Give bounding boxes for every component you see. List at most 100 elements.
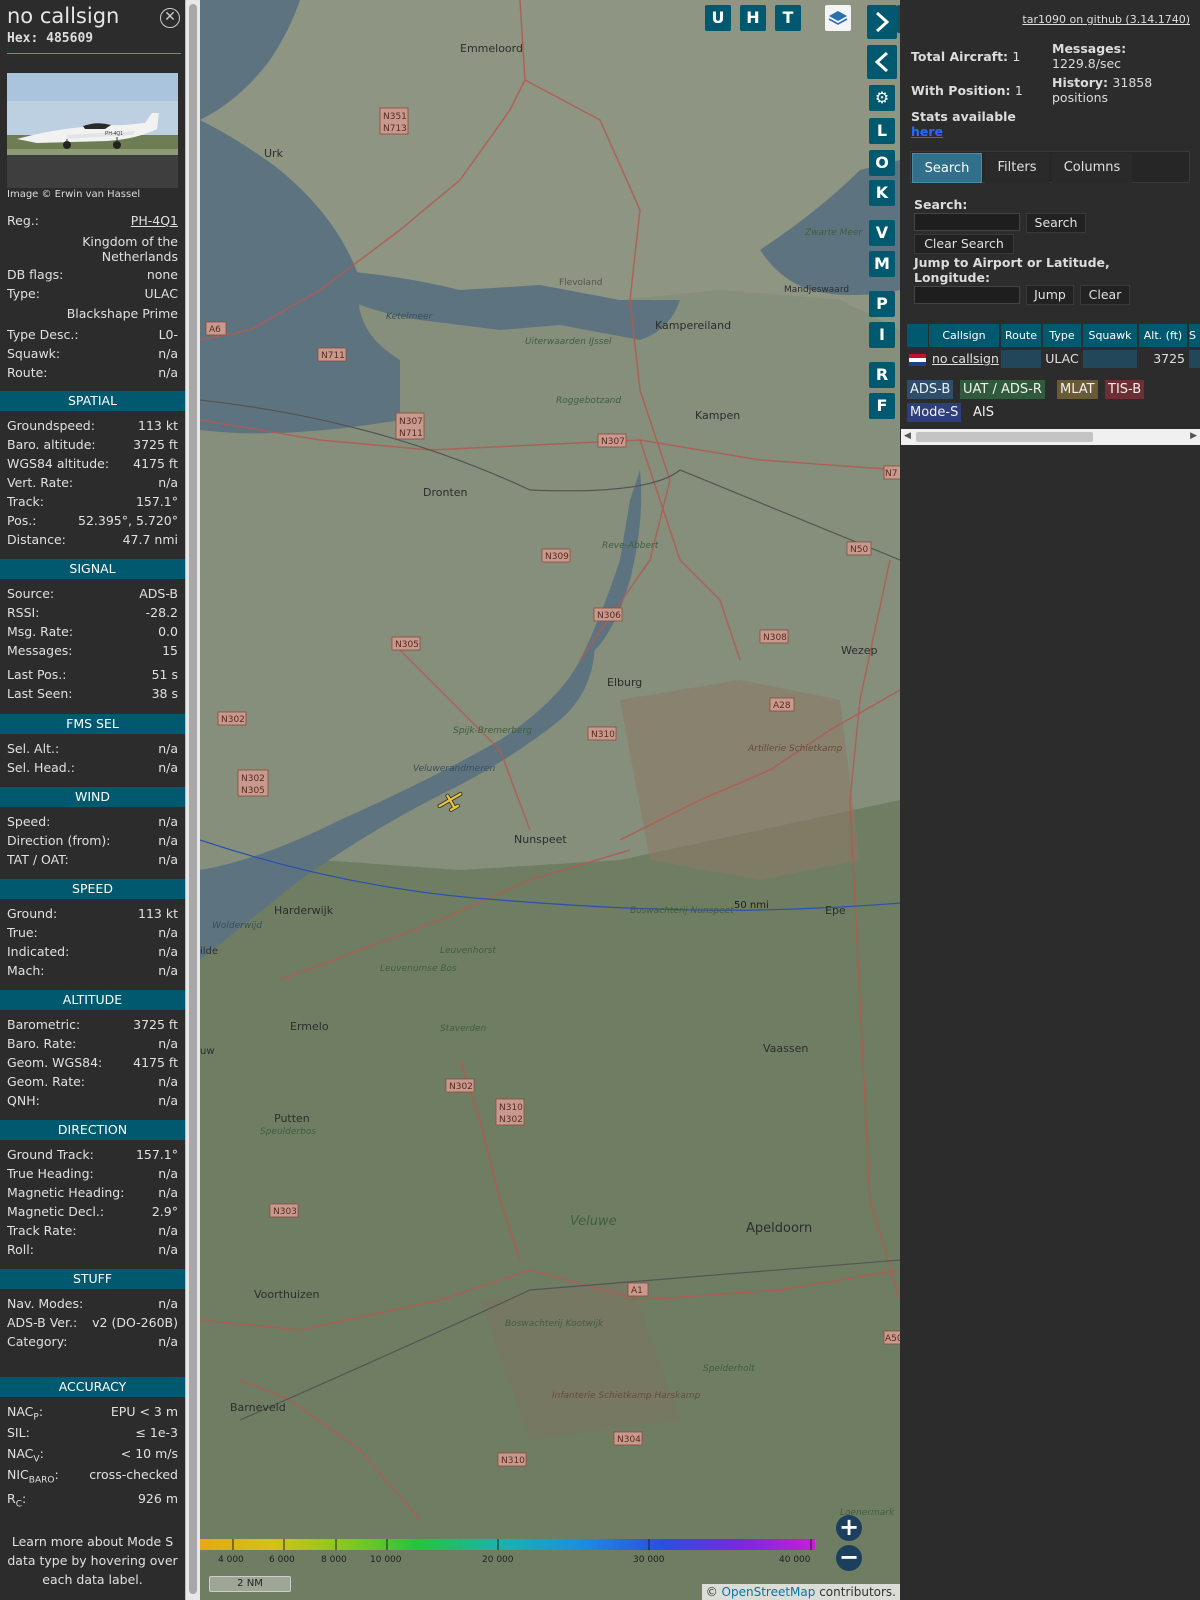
road-shield-label: N302 (241, 774, 265, 784)
table-header-squawk[interactable]: Squawk (1083, 324, 1137, 347)
source-badge-mlat: MLAT (1057, 380, 1098, 399)
map-button-o[interactable]: O (869, 150, 895, 176)
spatial-row: Vert. Rate: n/a (7, 475, 178, 490)
road-shield-label: N711 (321, 351, 345, 361)
wind-row: Speed: n/a (7, 814, 178, 829)
search-button[interactable]: Search (1026, 213, 1086, 233)
aircraft-callsign: no callsign (7, 4, 120, 28)
collapse-left-icon[interactable] (867, 45, 897, 79)
map-button-f[interactable]: F (869, 393, 895, 419)
map-button-l[interactable]: L (869, 118, 895, 144)
direction-row: Magnetic Decl.: 2.9° (7, 1204, 178, 1219)
scroll-left-icon[interactable]: ◀ (904, 431, 911, 441)
zoom-out-icon[interactable]: − (836, 1545, 862, 1571)
aircraft-photo[interactable]: PH-4Q1 (7, 73, 178, 188)
map-canvas[interactable]: Emmeloord Urk Kampereiland Kampen Dronte… (200, 0, 900, 1600)
map-view[interactable]: Emmeloord Urk Kampereiland Kampen Dronte… (200, 0, 900, 1600)
layers-icon[interactable] (825, 5, 851, 31)
tab-filters[interactable]: Filters (985, 153, 1049, 183)
altitude-row: QNH: n/a (7, 1093, 178, 1108)
zoom-in-icon[interactable]: + (836, 1515, 862, 1541)
map-button-h[interactable]: H (740, 5, 766, 31)
map-button-p[interactable]: P (869, 291, 895, 317)
road-shield-label: A6 (209, 325, 221, 335)
spatial-row: Pos.: 52.395°, 5.720° (7, 513, 178, 528)
sidebar-scrollbar-thumb[interactable] (189, 4, 197, 1594)
github-link[interactable]: tar1090 on github (3.14.1740) (1022, 13, 1190, 26)
table-row-callsign[interactable]: no callsign (929, 350, 999, 368)
section-wind: WIND (0, 787, 185, 807)
table-header-speed[interactable]: S (1189, 324, 1200, 347)
signal-row: Source: ADS-B (7, 586, 178, 601)
section-accuracy: ACCURACY (0, 1377, 185, 1397)
map-label: Veluwerandmeren (413, 764, 495, 774)
detail-reg: Reg.: PH-4Q1 (7, 213, 178, 228)
spatial-row: Baro. altitude: 3725 ft (7, 437, 178, 452)
table-header-type[interactable]: Type (1043, 324, 1081, 347)
map-button-r[interactable]: R (869, 362, 895, 388)
table-header-flag[interactable] (907, 324, 928, 347)
country-flag-icon (907, 350, 928, 368)
map-button-u[interactable]: U (705, 5, 731, 31)
table-row-route (1001, 350, 1041, 368)
signal-row: Messages: 15 (7, 643, 178, 658)
road-shield-label: A28 (773, 701, 791, 711)
map-label: Kampereiland (655, 319, 731, 332)
table-row-speed (1189, 350, 1200, 368)
country-value: Kingdom of the Netherlands (82, 234, 178, 264)
map-button-k[interactable]: K (869, 180, 895, 206)
table-header-callsign[interactable]: Callsign (929, 324, 999, 347)
map-button-i[interactable]: I (869, 322, 895, 348)
map-label: Boswachterij Kootwijk (505, 1319, 604, 1329)
map-button-t[interactable]: T (775, 5, 801, 31)
map-label: Kampen (695, 409, 740, 422)
scroll-right-icon[interactable]: ▶ (1190, 431, 1197, 441)
signal-row: Msg. Rate: 0.0 (7, 624, 178, 639)
accuracy-row-sil: SIL: ≤ 1e-3 (7, 1425, 178, 1440)
spatial-row: Distance: 47.7 nmi (7, 532, 178, 547)
altitude-row: Barometric: 3725 ft (7, 1017, 178, 1032)
expand-right-icon[interactable] (867, 5, 897, 39)
section-stuff: STUFF (0, 1269, 185, 1289)
search-input[interactable] (914, 213, 1020, 231)
table-header-altitude[interactable]: Alt. (ft) (1139, 324, 1187, 347)
clear-search-button[interactable]: Clear Search (914, 234, 1014, 254)
detail-db-flags: DB flags: none (7, 267, 178, 282)
map-label: Dronten (423, 486, 468, 499)
sidebar-scrollbar[interactable] (185, 0, 200, 1600)
section-direction: DIRECTION (0, 1120, 185, 1140)
osm-link[interactable]: OpenStreetMap (722, 1585, 816, 1599)
map-label: Leuvenhorst (440, 946, 496, 956)
altitude-row: Geom. Rate: n/a (7, 1074, 178, 1089)
road-shield-label: N304 (617, 1435, 641, 1445)
clear-button[interactable]: Clear (1080, 285, 1130, 305)
map-button-m[interactable]: M (869, 251, 895, 277)
source-badge-adsb: ADS-B (907, 380, 954, 399)
settings-gear-icon[interactable]: ⚙ (869, 85, 895, 111)
section-signal: SIGNAL (0, 559, 185, 579)
jump-button[interactable]: Jump (1026, 285, 1074, 305)
accuracy-row-nacp: NACP: EPU < 3 m (7, 1404, 178, 1423)
road-shield-label: N307 (601, 437, 625, 447)
tab-columns[interactable]: Columns (1052, 153, 1132, 183)
type-name: Blackshape Prime (66, 306, 178, 321)
close-icon[interactable]: ✕ (160, 8, 180, 28)
road-shield-label: N303 (273, 1207, 297, 1217)
table-scrollbar-thumb[interactable] (916, 432, 1093, 442)
stats-link[interactable]: here (911, 124, 943, 139)
table-horizontal-scrollbar[interactable]: ◀ ▶ (901, 429, 1200, 445)
map-button-v[interactable]: V (869, 220, 895, 246)
altitude-legend-label: 4 000 (218, 1555, 244, 1565)
table-row-altitude: 3725 (1153, 351, 1185, 366)
altitude-row: Baro. Rate: n/a (7, 1036, 178, 1051)
map-label: Elburg (607, 676, 642, 689)
jump-input[interactable] (914, 286, 1020, 304)
tab-search[interactable]: Search (912, 153, 982, 183)
map-label: Urk (264, 147, 284, 160)
learn-more-text: Learn more about Mode S data type by hov… (7, 1534, 178, 1587)
wind-row: Direction (from): n/a (7, 833, 178, 848)
table-header-route[interactable]: Route (1001, 324, 1041, 347)
tab-bar: Search Filters Columns (910, 151, 1190, 183)
registration-link[interactable]: PH-4Q1 (131, 213, 178, 228)
road-shield-label: A1 (631, 1286, 643, 1296)
